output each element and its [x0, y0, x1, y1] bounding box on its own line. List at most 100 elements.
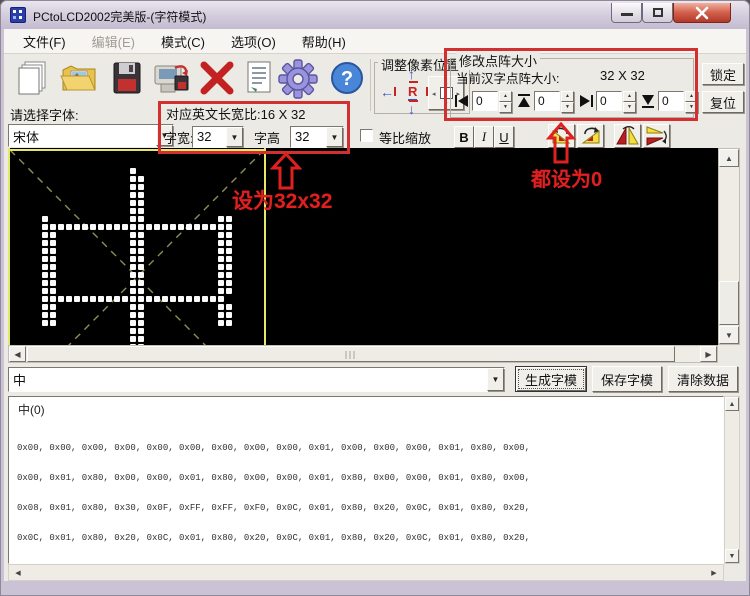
canvas-hscrollbar[interactable]: ◀ ▶ [8, 345, 718, 363]
matrix-current-value: 32 X 32 [600, 68, 645, 83]
hex-line: 0x00, 0x01, 0x80, 0x00, 0x00, 0x01, 0x80… [17, 473, 588, 483]
save-button[interactable] [106, 57, 148, 99]
char-width-combo[interactable]: 32 ▼ [192, 126, 244, 148]
trim-top-value[interactable]: 0 [534, 91, 560, 111]
output-hscrollbar[interactable]: ◀ ▶ [8, 564, 724, 581]
trim-top-icon [516, 93, 532, 109]
menu-options[interactable]: 选项(O) [218, 29, 289, 54]
trim-left-value[interactable]: 0 [472, 91, 498, 111]
char-input-arrow[interactable]: ▼ [487, 368, 504, 391]
save-as-button[interactable] [150, 57, 192, 99]
left-arrow-tick-icon: ◂ [432, 90, 436, 98]
trim-top-down[interactable]: ▼ [561, 102, 574, 113]
move-up-button[interactable]: ↑ [408, 67, 415, 81]
reset-button[interactable]: 复位 [702, 91, 744, 113]
new-file-icon [13, 58, 53, 98]
open-file-button[interactable] [58, 57, 100, 99]
canvas-scroll-right[interactable]: ▶ [700, 346, 717, 362]
notes-button[interactable] [238, 57, 280, 99]
underline-button[interactable]: U [494, 126, 514, 148]
reset-position-button[interactable]: R [408, 85, 417, 101]
trim-left-down[interactable]: ▼ [499, 102, 512, 113]
title-bar[interactable]: PCtoLCD2002完美版-(字符模式) [1, 1, 749, 29]
trim-left-spinner: 0 ▲▼ [454, 90, 512, 112]
trim-right-value[interactable]: 0 [596, 91, 622, 111]
output-scroll-left[interactable]: ◀ [11, 566, 25, 579]
window-title: PCtoLCD2002完美版-(字符模式) [33, 8, 206, 25]
move-left-button[interactable]: ← [380, 85, 394, 99]
glyph-canvas[interactable] [8, 148, 718, 345]
scroll-grip [346, 351, 357, 359]
lock-button[interactable]: 锁定 [702, 63, 744, 85]
canvas-scroll-down[interactable]: ▼ [719, 326, 739, 344]
output-scroll-up[interactable]: ▲ [725, 397, 739, 411]
font-select-label: 请选择字体: [10, 105, 79, 124]
up-arrow-tick-icon: ▴ [444, 78, 448, 86]
trim-left-up[interactable]: ▲ [499, 91, 512, 102]
trim-top-up[interactable]: ▲ [561, 91, 574, 102]
settings-button[interactable] [276, 57, 318, 99]
generate-button[interactable]: 生成字模 [515, 366, 587, 392]
frame-top [8, 149, 266, 151]
canvas-vscroll-thumb[interactable] [719, 281, 739, 325]
char-width-value: 32 [193, 127, 226, 147]
save-model-button[interactable]: 保存字模 [592, 366, 662, 392]
toolbar-separator [370, 59, 371, 111]
trim-left-icon [454, 93, 470, 109]
menu-help[interactable]: 帮助(H) [289, 29, 359, 54]
scale-checkbox[interactable] [360, 129, 373, 142]
char-height-value: 32 [291, 127, 326, 147]
trim-right-down[interactable]: ▼ [623, 102, 636, 113]
canvas-hscroll-thumb[interactable] [27, 346, 675, 362]
output-scroll-right[interactable]: ▶ [707, 566, 721, 579]
menu-file[interactable]: 文件(F) [10, 29, 79, 54]
gear-icon [277, 58, 319, 100]
trim-bottom-value[interactable]: 0 [658, 91, 684, 111]
char-width-arrow[interactable]: ▼ [226, 127, 243, 147]
canvas-vscrollbar[interactable]: ▲ ▼ [718, 148, 740, 345]
down-arrow-tick-icon: ▾ [444, 100, 448, 108]
ratio-title: 对应英文长宽比:16 X 32 [166, 104, 305, 123]
trim-bottom-spinner: 0 ▲▼ [640, 90, 698, 112]
output-vscrollbar[interactable]: ▲ ▼ [724, 396, 740, 564]
move-down-button[interactable]: ↓ [408, 102, 415, 116]
output-textarea[interactable]: 中(0) 0x00, 0x00, 0x00, 0x00, 0x00, 0x00,… [8, 396, 724, 564]
new-file-button[interactable] [12, 57, 54, 99]
rotate-right-icon [578, 125, 603, 147]
output-scroll-down[interactable]: ▼ [725, 549, 739, 563]
char-input-value[interactable]: 中 [9, 368, 487, 391]
trim-bottom-up[interactable]: ▲ [685, 91, 698, 102]
flip-horizontal-button[interactable] [643, 124, 670, 148]
help-icon: ? [327, 58, 367, 98]
close-icon [695, 6, 709, 20]
app-window: PCtoLCD2002完美版-(字符模式) 文件(F) 编辑(E) 模式(C) … [0, 0, 750, 596]
trim-bottom-down[interactable]: ▼ [685, 102, 698, 113]
canvas-scroll-up[interactable]: ▲ [719, 149, 739, 167]
char-height-label: 字高 [254, 128, 280, 147]
clear-data-button[interactable]: 清除数据 [668, 366, 738, 392]
trim-right-up[interactable]: ▲ [623, 91, 636, 102]
char-height-arrow[interactable]: ▼ [326, 127, 343, 147]
restore-button[interactable] [642, 3, 673, 23]
help-button[interactable]: ? [326, 57, 368, 99]
bold-button[interactable]: B [454, 126, 474, 148]
minimize-button[interactable] [611, 3, 642, 23]
delete-button[interactable] [196, 57, 238, 99]
char-height-combo[interactable]: 32 ▼ [290, 126, 344, 148]
close-button[interactable] [673, 3, 731, 23]
matrix-current-label: 当前汉字点阵大小: [456, 68, 559, 87]
client-area: ? 调整像素位置 ↑ ← R → ↓ ◂ ▸ ▴ ▾ 修改点阵大小 当前汉字点阵… [4, 54, 746, 581]
char-width-label: 字宽: [164, 128, 194, 147]
trim-bottom-icon [640, 93, 656, 109]
app-icon [10, 7, 26, 23]
font-select-combo[interactable]: 宋体 ▼ [8, 124, 174, 147]
menu-mode[interactable]: 模式(C) [148, 29, 218, 54]
canvas-scroll-left[interactable]: ◀ [9, 346, 26, 362]
italic-button[interactable]: I [474, 126, 494, 148]
floppy-icon [107, 58, 147, 98]
rotate-right-button[interactable] [577, 124, 604, 148]
char-input-combo[interactable]: 中 ▼ [8, 367, 505, 392]
open-folder-icon [59, 58, 99, 98]
flip-vertical-button[interactable] [614, 124, 641, 148]
menu-edit: 编辑(E) [79, 29, 148, 54]
